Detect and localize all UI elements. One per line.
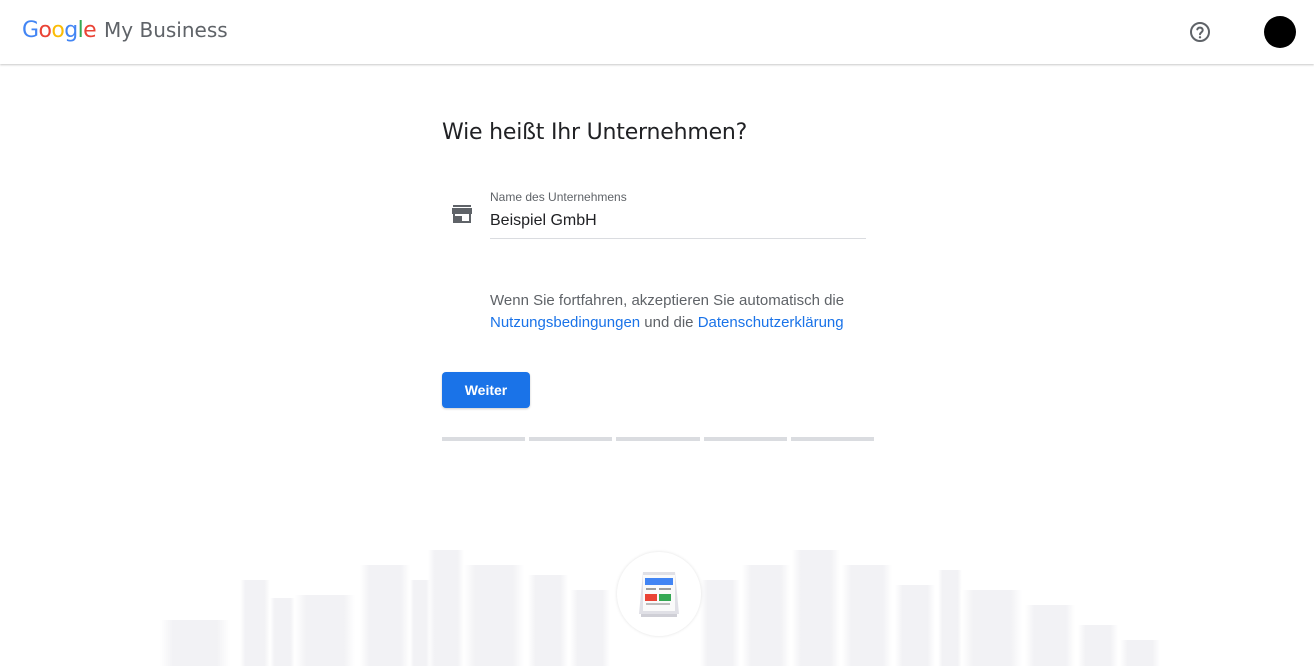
business-name-input[interactable] xyxy=(490,212,860,230)
top-bar: Google My Business xyxy=(0,0,1314,64)
page: Google My Business Wie heißt Ihr Unterne… xyxy=(0,0,1314,666)
help-circle-icon[interactable] xyxy=(1188,20,1212,44)
page-title: Wie heißt Ihr Unternehmen? xyxy=(442,120,748,145)
terms-of-service-link[interactable]: Nutzungsbedingungen xyxy=(490,314,640,331)
business-name-label: Name des Unternehmens xyxy=(490,190,627,204)
progress-step xyxy=(790,437,875,441)
progress-indicator xyxy=(442,437,875,441)
continue-button[interactable]: Weiter xyxy=(442,372,530,408)
logo-letter: o xyxy=(51,18,65,43)
google-my-business-logo[interactable]: Google My Business xyxy=(22,18,228,43)
progress-step xyxy=(529,437,613,441)
storefront-icon xyxy=(452,205,472,223)
terms-connector: und die xyxy=(644,314,694,331)
progress-step xyxy=(616,437,700,441)
storefront-badge xyxy=(617,552,701,636)
logo-letter: g xyxy=(64,18,78,43)
logo-letter: G xyxy=(22,18,39,43)
terms-text: Wenn Sie fortfahren, akzeptieren Sie aut… xyxy=(490,292,845,309)
progress-step xyxy=(703,437,787,441)
business-name-field[interactable]: Name des Unternehmens xyxy=(490,186,866,239)
logo-letter: o xyxy=(38,18,52,43)
terms-notice: Wenn Sie fortfahren, akzeptieren Sie aut… xyxy=(490,290,880,334)
product-name: My Business xyxy=(104,18,228,42)
privacy-policy-link[interactable]: Datenschutzerklärung xyxy=(698,314,844,331)
progress-step xyxy=(442,437,526,441)
storefront-sign-icon xyxy=(639,572,679,617)
logo-letter: e xyxy=(83,18,97,43)
google-wordmark: Google xyxy=(22,18,97,43)
account-avatar[interactable] xyxy=(1264,16,1296,48)
